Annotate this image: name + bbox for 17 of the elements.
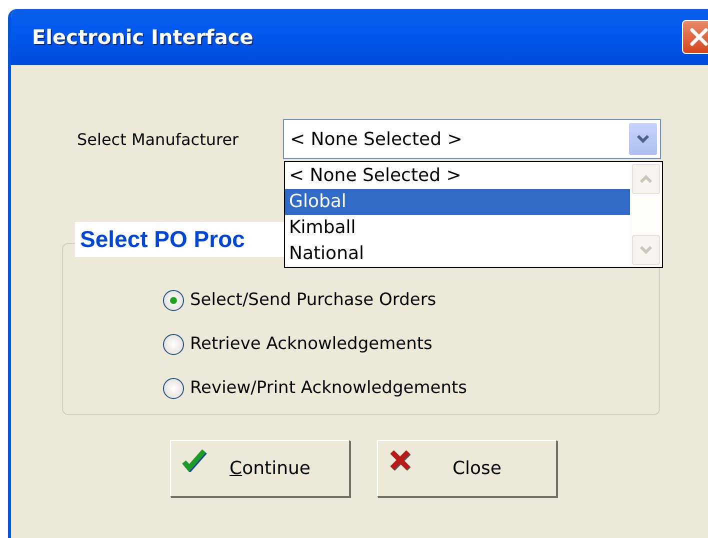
radio-button[interactable] <box>163 290 184 310</box>
manufacturer-dropdown[interactable]: < None Selected > <box>283 119 661 159</box>
radio-button[interactable] <box>163 334 184 354</box>
radio-label[interactable]: Select/Send Purchase Orders <box>190 290 436 310</box>
close-button[interactable]: Close <box>377 440 557 497</box>
check-icon <box>181 448 207 472</box>
dropdown-option[interactable]: < None Selected > <box>285 163 630 189</box>
field-label: Select Manufacturer <box>77 130 240 148</box>
radio-label[interactable]: Retrieve Acknowledgements <box>190 334 432 354</box>
window-title: Electronic Interface <box>32 25 254 49</box>
continue-button[interactable]: Continue <box>170 440 350 497</box>
close-icon <box>688 26 708 48</box>
x-mark-icon <box>388 448 412 472</box>
radio-button[interactable] <box>163 378 184 398</box>
radio-label[interactable]: Review/Print Acknowledgements <box>190 378 468 398</box>
close-button[interactable] <box>682 20 708 54</box>
dropdown-option[interactable]: Global <box>285 189 630 215</box>
